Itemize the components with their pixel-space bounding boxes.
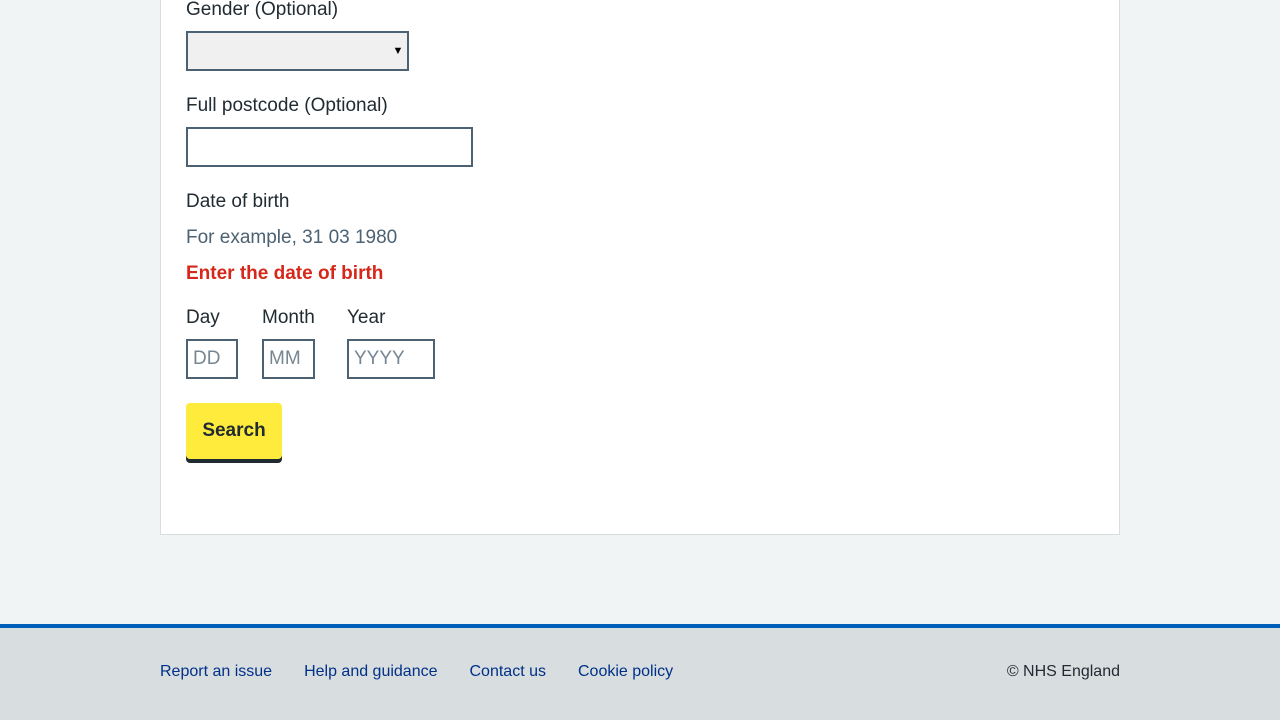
footer-link-item: Cookie policy (578, 660, 673, 684)
search-button[interactable]: Search (186, 403, 282, 459)
year-input[interactable] (347, 339, 435, 379)
month-label: Month (262, 307, 315, 328)
footer-link-item: Help and guidance (304, 660, 437, 684)
footer-links: Report an issue Help and guidance Contac… (160, 660, 673, 684)
report-issue-link[interactable]: Report an issue (160, 663, 272, 680)
page: Gender (Optional) ▼ Full postcode (Optio… (0, 0, 1280, 720)
day-label: Day (186, 307, 220, 328)
footer-link-item: Report an issue (160, 660, 272, 684)
day-input[interactable] (186, 339, 238, 379)
chevron-down-icon: ▼ (392, 45, 404, 57)
footer-link-item: Contact us (470, 660, 546, 684)
date-of-birth-error: Enter the date of birth (186, 263, 384, 284)
date-of-birth-hint: For example, 31 03 1980 (186, 227, 398, 248)
postcode-label: Full postcode (Optional) (186, 95, 388, 116)
gender-select[interactable]: ▼ (186, 31, 409, 71)
postcode-input[interactable] (186, 127, 473, 167)
gender-label: Gender (Optional) (186, 0, 339, 20)
date-of-birth-legend: Date of birth (186, 191, 290, 212)
copyright: © NHS England (1006, 663, 1120, 680)
year-label: Year (347, 307, 386, 328)
help-guidance-link[interactable]: Help and guidance (304, 663, 437, 680)
month-input[interactable] (262, 339, 315, 379)
footer: Report an issue Help and guidance Contac… (0, 624, 1280, 720)
contact-us-link[interactable]: Contact us (470, 663, 546, 680)
search-form-card: Gender (Optional) ▼ Full postcode (Optio… (160, 0, 1120, 535)
cookie-policy-link[interactable]: Cookie policy (578, 663, 673, 680)
